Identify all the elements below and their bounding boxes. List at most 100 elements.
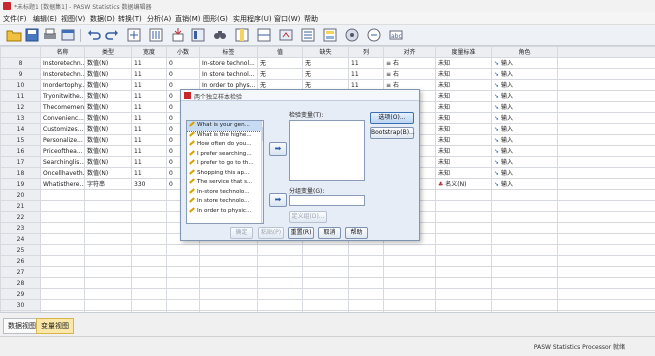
cell-role[interactable]: ➘ 输入 [491,68,558,80]
menu-graphs[interactable]: 图形(G) [203,14,228,24]
use-variable-sets-icon[interactable] [344,27,360,43]
cell-columns[interactable] [348,266,384,278]
cell-values[interactable]: 无 [257,57,303,69]
ok-button[interactable]: 确定 [230,227,253,239]
cell-measure[interactable]: 未知 [435,145,492,157]
cell-measure[interactable] [435,222,492,234]
cell-role[interactable] [491,222,558,234]
cell-name[interactable] [40,200,85,212]
cell-name[interactable] [40,299,85,311]
cell-role[interactable]: ➘ 输入 [491,156,558,168]
cell-label[interactable] [199,299,258,311]
variable-list-item[interactable]: Shopping this ap... [187,168,263,179]
cell-missing[interactable]: 无 [302,57,349,69]
cell-width[interactable]: 330 [131,178,167,190]
menu-direct-marketing[interactable]: 直销(M) [175,14,201,24]
find-icon[interactable] [212,27,228,43]
row-number[interactable]: 15 [0,134,41,146]
cell-values[interactable] [257,244,303,256]
tab-variable-view[interactable]: 变量视图 [36,318,74,334]
cell-decimals[interactable] [166,288,200,300]
cell-type[interactable] [84,299,132,311]
cell-role[interactable] [491,255,558,267]
cell-width[interactable] [131,233,167,245]
cell-width[interactable]: 11 [131,79,167,91]
row-number[interactable]: 25 [0,244,41,256]
cell-name[interactable] [40,233,85,245]
cell-align[interactable]: ≡ 右 [383,57,436,69]
variable-list-item[interactable]: What is your gen... [187,121,263,132]
row-number[interactable]: 18 [0,167,41,179]
cell-name[interactable]: Whatisthere... [40,178,85,190]
cell-decimals[interactable]: 0 [166,68,200,80]
define-groups-button[interactable]: 定义组(D)... [289,211,327,223]
menu-analyze[interactable]: 分析(A) [147,14,171,24]
menu-transform[interactable]: 转换(T) [118,14,142,24]
cell-name[interactable] [40,211,85,223]
cell-width[interactable]: 11 [131,90,167,102]
cell-name[interactable]: Tryonitwithe... [40,90,85,102]
open-folder-icon[interactable] [6,27,22,43]
cell-missing[interactable] [302,244,349,256]
cell-type[interactable]: 数值(N) [84,167,132,179]
value-labels-icon[interactable] [322,27,338,43]
menu-edit[interactable]: 编辑(E) [33,14,57,24]
variable-list-item[interactable]: What is the highe... [187,130,263,141]
cell-type[interactable] [84,255,132,267]
cell-type[interactable]: 数值(N) [84,90,132,102]
cell-measure[interactable]: 未知 [435,123,492,135]
cell-type[interactable]: 数值(N) [84,145,132,157]
cell-width[interactable] [131,266,167,278]
row-number[interactable]: 8 [0,57,41,69]
cell-role[interactable] [491,288,558,300]
row-number[interactable]: 30 [0,299,41,311]
cell-role[interactable]: ➘ 输入 [491,112,558,124]
cell-values[interactable] [257,266,303,278]
cell-measure[interactable] [435,266,492,278]
help-button[interactable]: 帮助 [345,227,368,239]
print-icon[interactable] [42,27,58,43]
cell-width[interactable] [131,189,167,201]
cell-columns[interactable] [348,255,384,267]
cell-align[interactable] [383,277,436,289]
cell-name[interactable] [40,222,85,234]
variable-list-item[interactable]: The service that s... [187,178,263,188]
cell-role[interactable] [491,233,558,245]
row-number[interactable]: 13 [0,112,41,124]
cell-measure[interactable]: 未知 [435,57,492,69]
cell-measure[interactable] [435,244,492,256]
cell-values[interactable]: 无 [257,68,303,80]
cell-type[interactable] [84,222,132,234]
cell-type[interactable] [84,277,132,289]
cell-width[interactable]: 11 [131,156,167,168]
cell-name[interactable] [40,288,85,300]
cell-columns[interactable]: 11 [348,68,384,80]
col-header-columns[interactable]: 列 [348,46,384,58]
cell-measure[interactable]: 未知 [435,79,492,91]
row-number[interactable]: 27 [0,266,41,278]
row-number[interactable]: 9 [0,68,41,80]
scrollbar-thumb[interactable] [262,127,263,141]
cell-width[interactable] [131,288,167,300]
row-number[interactable]: 10 [0,79,41,91]
cell-role[interactable]: ➘ 输入 [491,145,558,157]
goto-case-icon[interactable] [126,27,142,43]
cell-width[interactable] [131,200,167,212]
source-variable-list[interactable]: What is your gen... What is the highe... H… [186,120,264,224]
cell-name[interactable]: Customizes... [40,123,85,135]
row-number[interactable]: 22 [0,211,41,223]
col-header-values[interactable]: 值 [257,46,303,58]
cell-type[interactable]: 数值(N) [84,134,132,146]
cell-align[interactable] [383,266,436,278]
cell-measure[interactable] [435,211,492,223]
cell-align[interactable] [383,299,436,311]
cell-type[interactable] [84,200,132,212]
cell-role[interactable]: ➘ 输入 [491,79,558,91]
col-header-label[interactable]: 标签 [199,46,258,58]
cell-name[interactable]: Instoretechn... [40,68,85,80]
cell-values[interactable] [257,288,303,300]
menu-utilities[interactable]: 实用程序(U) [233,14,272,24]
bootstrap-button[interactable]: Bootstrap(B)... [370,127,415,139]
cell-decimals[interactable] [166,255,200,267]
cell-role[interactable]: ➘ 输入 [491,101,558,113]
